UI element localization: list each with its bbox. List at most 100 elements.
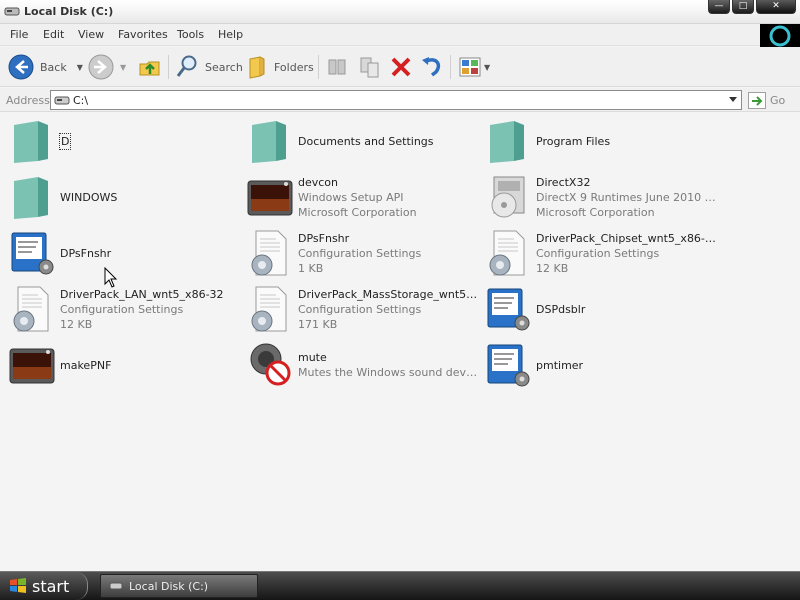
up-folder-icon xyxy=(139,61,160,76)
installer-icon xyxy=(491,176,525,218)
address-label: Address xyxy=(6,94,50,107)
file-name: D xyxy=(58,132,72,150)
file-list: D Documents and Settings Program Files W… xyxy=(0,113,800,571)
close-button[interactable]: ✕ xyxy=(756,0,796,14)
search-label: Search xyxy=(205,60,243,74)
title-bar: Local Disk (C:) — □ ✕ xyxy=(0,0,800,24)
folders-button[interactable]: Folders xyxy=(246,52,314,82)
mouse-cursor-icon xyxy=(104,267,118,288)
file-name: DPsFnshr xyxy=(60,246,112,260)
list-item[interactable]: DirectX32 DirectX 9 Runtimes June 2010 x… xyxy=(480,169,718,225)
go-arrow-icon xyxy=(748,91,766,109)
file-size: 1 KB xyxy=(298,261,324,275)
file-description: Mutes the Windows sound device xyxy=(298,366,478,379)
copy-to-button[interactable] xyxy=(358,52,382,82)
script-icon xyxy=(487,344,530,387)
file-name: DirectX32 xyxy=(536,175,591,189)
list-item[interactable]: DriverPack_MassStorage_wnt5_x86... Confi… xyxy=(242,281,480,337)
views-dropdown-icon[interactable]: ▼ xyxy=(484,63,490,72)
undo-button[interactable] xyxy=(420,52,444,82)
back-label: Back xyxy=(40,60,67,74)
folder-icon xyxy=(14,177,48,219)
folder-icon xyxy=(252,121,286,163)
list-item[interactable]: Documents and Settings xyxy=(242,113,480,169)
windows-throbber xyxy=(760,24,800,48)
minimize-button[interactable]: — xyxy=(708,0,730,14)
list-item[interactable]: DriverPack_Chipset_wnt5_x86-32 Configura… xyxy=(480,225,718,281)
list-item[interactable]: DPsFnshr Configuration Settings 1 KB xyxy=(242,225,480,281)
list-item[interactable]: DriverPack_LAN_wnt5_x86-32 Configuration… xyxy=(4,281,242,337)
file-name: WINDOWS xyxy=(60,190,118,204)
windows-logo-icon xyxy=(769,25,791,47)
back-button[interactable]: Back ▼ xyxy=(8,52,83,82)
drive-icon xyxy=(4,7,20,16)
folders-icon xyxy=(249,56,265,79)
menu-help[interactable]: Help xyxy=(218,28,243,41)
file-name: Program Files xyxy=(536,134,611,148)
script-icon xyxy=(11,232,54,275)
back-dropdown-icon[interactable]: ▼ xyxy=(77,63,83,72)
file-name: DriverPack_MassStorage_wnt5_x86... xyxy=(298,287,478,301)
address-dropdown-icon[interactable] xyxy=(729,97,737,102)
file-name: DSPdsblr xyxy=(536,302,586,316)
address-value: C:\ xyxy=(73,94,89,107)
file-type: Configuration Settings xyxy=(536,246,660,260)
config-file-icon xyxy=(13,286,49,332)
windows-logo-icon xyxy=(10,578,26,593)
drive-icon xyxy=(109,582,123,590)
window-title: Local Disk (C:) xyxy=(24,5,114,18)
menu-bar: File Edit View Favorites Tools Help xyxy=(0,24,800,46)
menu-tools[interactable]: Tools xyxy=(177,28,204,41)
go-button[interactable]: Go xyxy=(748,91,796,109)
taskbar-window-button[interactable]: Local Disk (C:) xyxy=(100,574,258,598)
start-button[interactable]: start xyxy=(0,572,88,600)
address-input[interactable]: C:\ xyxy=(50,90,742,110)
list-item[interactable]: devcon Windows Setup API Microsoft Corpo… xyxy=(242,169,480,225)
list-item[interactable]: WINDOWS xyxy=(4,169,242,225)
views-icon xyxy=(459,57,481,77)
file-name: Documents and Settings xyxy=(298,134,434,148)
search-button[interactable]: Search xyxy=(175,52,243,82)
list-item[interactable]: Program Files xyxy=(480,113,718,169)
menu-view[interactable]: View xyxy=(78,28,104,41)
menu-edit[interactable]: Edit xyxy=(43,28,64,41)
delete-icon xyxy=(391,57,411,77)
file-name: devcon xyxy=(298,175,339,189)
menu-file[interactable]: File xyxy=(10,28,28,41)
maximize-button[interactable]: □ xyxy=(732,0,754,14)
menu-favorites[interactable]: Favorites xyxy=(118,28,168,41)
config-file-icon xyxy=(489,230,525,276)
search-icon xyxy=(176,55,197,77)
file-type: Configuration Settings xyxy=(60,302,184,316)
file-name: DriverPack_LAN_wnt5_x86-32 xyxy=(60,287,224,301)
console-app-icon xyxy=(9,348,55,384)
taskbar: start Local Disk (C:) xyxy=(0,571,800,600)
file-name: DPsFnshr xyxy=(298,231,350,245)
file-name: makePNF xyxy=(60,358,112,372)
list-item[interactable]: D xyxy=(4,113,242,169)
move-to-icon xyxy=(328,59,346,75)
file-size: 171 KB xyxy=(298,317,338,331)
move-to-button[interactable] xyxy=(326,52,348,82)
address-bar: Address C:\ Go xyxy=(0,88,800,112)
list-item[interactable]: pmtimer xyxy=(480,337,718,393)
up-folder-button[interactable] xyxy=(137,52,163,82)
delete-button[interactable] xyxy=(390,52,412,82)
toolbar: Back ▼ ▼ Search Folders ▼ xyxy=(0,47,800,87)
script-icon xyxy=(487,288,530,331)
list-item[interactable]: mute Mutes the Windows sound device xyxy=(242,337,480,393)
list-item[interactable]: makePNF xyxy=(4,337,242,393)
console-app-icon xyxy=(247,180,293,216)
list-item[interactable]: DPsFnshr xyxy=(4,225,242,281)
forward-dropdown-icon[interactable]: ▼ xyxy=(120,63,126,72)
speaker-muted-icon xyxy=(250,343,291,386)
file-name: pmtimer xyxy=(536,358,584,372)
file-company: Microsoft Corporation xyxy=(536,205,655,219)
list-item[interactable]: DSPdsblr xyxy=(480,281,718,337)
config-file-icon xyxy=(251,286,287,332)
folders-label: Folders xyxy=(274,60,314,74)
forward-arrow-icon xyxy=(88,54,114,80)
forward-button[interactable]: ▼ xyxy=(88,52,126,82)
views-button[interactable]: ▼ xyxy=(458,52,490,82)
file-name: DriverPack_Chipset_wnt5_x86-32 xyxy=(536,231,716,245)
